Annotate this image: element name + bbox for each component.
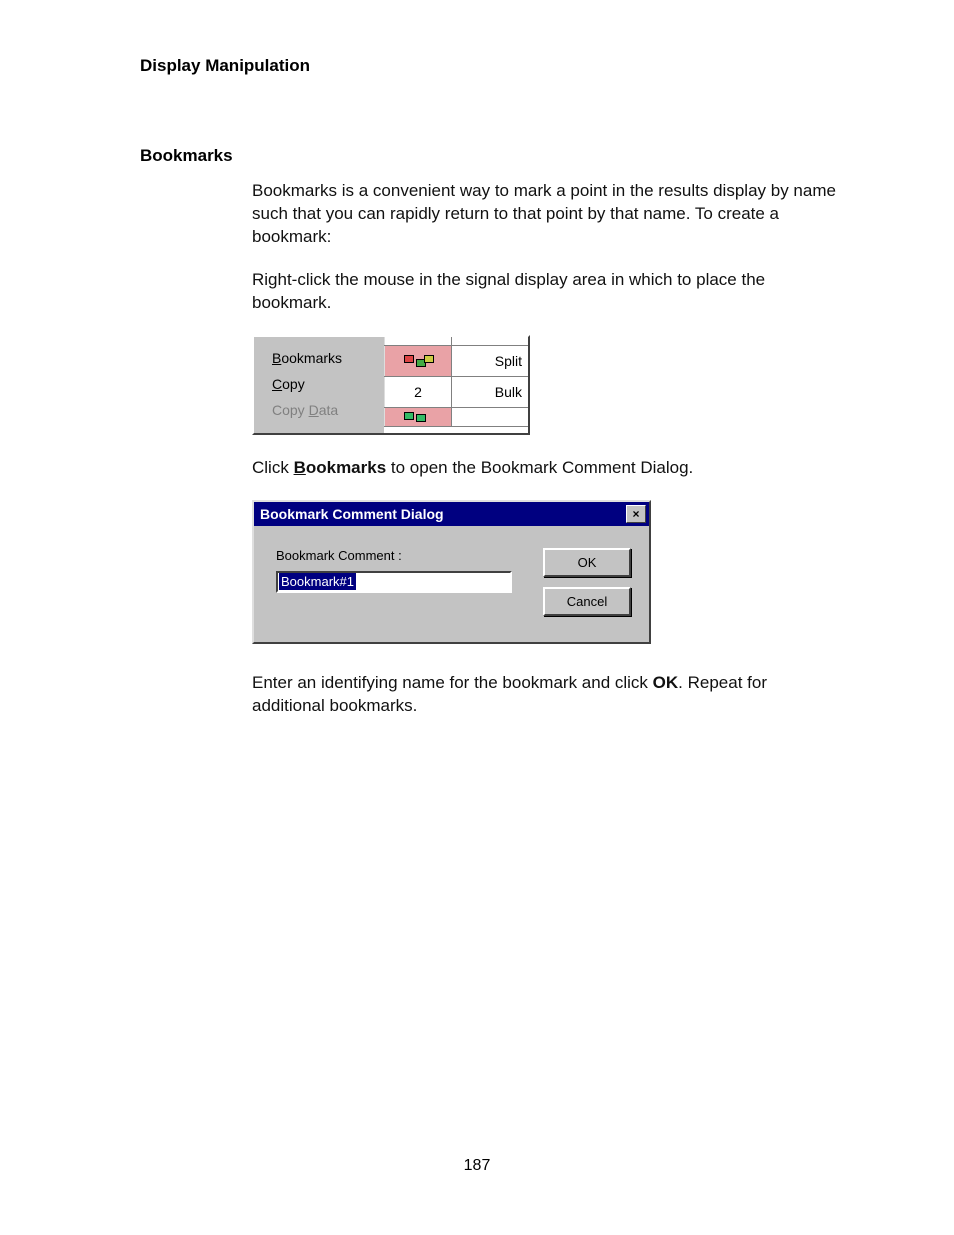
menu-item-bookmarks[interactable]: Bookmarks <box>254 345 384 371</box>
menu-item-copy[interactable]: Copy <box>254 371 384 397</box>
signal-icon <box>404 412 432 422</box>
text-bold: ookmarks <box>306 458 386 477</box>
menu-mnemonic: C <box>272 376 282 392</box>
text: Enter an identifying name for the bookma… <box>252 673 653 692</box>
button-label: Cancel <box>567 594 607 609</box>
menu-item-label: opy <box>282 376 305 392</box>
text: to open the Bookmark Comment Dialog. <box>386 458 693 477</box>
menu-item-label: ookmarks <box>281 350 342 366</box>
rightclick-paragraph: Right-click the mouse in the signal disp… <box>252 269 842 315</box>
menu-mnemonic: B <box>272 350 281 366</box>
grid-row: Split <box>384 346 528 377</box>
dialog-titlebar: Bookmark Comment Dialog × <box>254 502 649 526</box>
context-menu-screenshot: Bookmarks Copy Copy Data Split 2 Bulk <box>252 335 530 435</box>
bookmark-comment-input[interactable]: Bookmark#1 <box>276 571 512 593</box>
menu-item-copy-data: Copy Data <box>254 397 384 423</box>
section-title: Bookmarks <box>140 146 842 166</box>
signal-icon <box>404 355 432 367</box>
text-bold: OK <box>653 673 679 692</box>
page-header: Display Manipulation <box>140 56 842 76</box>
grid-cell-icon <box>384 408 452 426</box>
bookmark-comment-dialog: Bookmark Comment Dialog × Bookmark Comme… <box>252 500 651 644</box>
cancel-button[interactable]: Cancel <box>543 587 631 616</box>
bookmark-comment-label: Bookmark Comment : <box>276 548 521 563</box>
menu-item-label: Copy <box>272 402 309 418</box>
grid-cell-label: Bulk <box>452 377 528 407</box>
ok-button[interactable]: OK <box>543 548 631 577</box>
menu-mnemonic: D <box>309 402 319 418</box>
grid-cell-icon <box>384 346 452 376</box>
close-icon: × <box>632 508 639 520</box>
dialog-title: Bookmark Comment Dialog <box>260 506 444 522</box>
intro-paragraph: Bookmarks is a convenient way to mark a … <box>252 180 842 249</box>
grid-cell-label: Split <box>452 346 528 376</box>
text-bold-underline: B <box>294 458 306 477</box>
signal-grid: Split 2 Bulk <box>384 337 528 433</box>
click-bookmarks-paragraph: Click Bookmarks to open the Bookmark Com… <box>252 457 842 480</box>
grid-row: 2 Bulk <box>384 377 528 408</box>
menu-item-label: ata <box>319 402 338 418</box>
page-number: 187 <box>0 1157 954 1175</box>
grid-row <box>384 408 528 427</box>
enter-name-paragraph: Enter an identifying name for the bookma… <box>252 672 842 718</box>
close-button[interactable]: × <box>626 505 646 523</box>
button-label: OK <box>578 555 597 570</box>
text: Click <box>252 458 294 477</box>
context-menu: Bookmarks Copy Copy Data <box>254 337 384 433</box>
grid-cell-value: 2 <box>384 377 452 407</box>
input-value: Bookmark#1 <box>279 573 356 590</box>
